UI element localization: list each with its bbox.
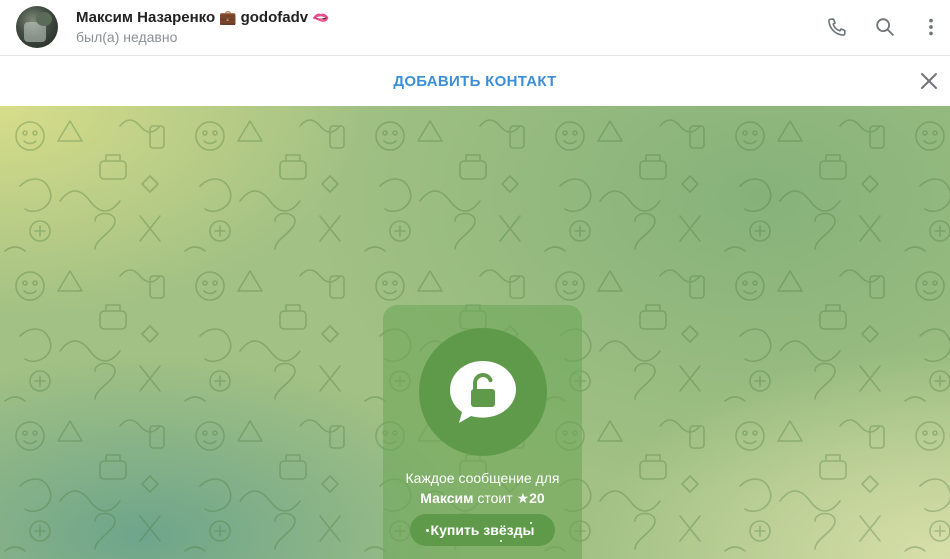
avatar-detail: [36, 12, 52, 26]
close-icon[interactable]: [916, 68, 942, 94]
paid-recipient-name: Максим: [420, 490, 474, 506]
add-contact-button[interactable]: ДОБАВИТЬ КОНТАКТ: [393, 73, 556, 90]
star-price: 20: [529, 490, 545, 506]
paid-message-card: Каждое сообщение для Максим стоит ★20 Ку…: [383, 305, 582, 559]
sparkle-icon: [426, 529, 429, 532]
lips-emoji: 🫦: [312, 10, 330, 26]
buy-stars-button[interactable]: Купить звёзды: [410, 514, 555, 546]
phone-icon[interactable]: [824, 14, 850, 40]
contact-username: godofadv: [240, 9, 309, 26]
buy-stars-label: Купить звёзды: [430, 522, 535, 538]
paid-message-info: Каждое сообщение для Максим стоит ★20: [383, 468, 582, 508]
paid-message-line1: Каждое сообщение для: [405, 470, 560, 486]
search-icon[interactable]: [872, 14, 898, 40]
add-contact-bar: ДОБАВИТЬ КОНТАКТ: [0, 56, 950, 106]
paid-cost-text: стоит: [477, 490, 513, 506]
avatar[interactable]: [16, 6, 58, 48]
more-vertical-icon[interactable]: [918, 14, 944, 40]
sparkle-icon: [500, 540, 502, 542]
paid-message-line2: Максим стоит ★20: [383, 488, 582, 508]
lock-bubble-icon: [419, 328, 547, 456]
briefcase-emoji: 💼: [219, 10, 237, 26]
chat-title: Максим Назаренко 💼 godofadv 🫦: [76, 8, 330, 28]
contact-name: Максим Назаренко: [76, 9, 216, 26]
chat-title-block[interactable]: Максим Назаренко 💼 godofadv 🫦 был(а) нед…: [76, 8, 330, 46]
star-icon: ★: [516, 490, 530, 506]
chat-header: Максим Назаренко 💼 godofadv 🫦 был(а) нед…: [0, 0, 950, 56]
last-seen-status: был(а) недавно: [76, 29, 178, 45]
sparkle-icon: [530, 522, 532, 524]
